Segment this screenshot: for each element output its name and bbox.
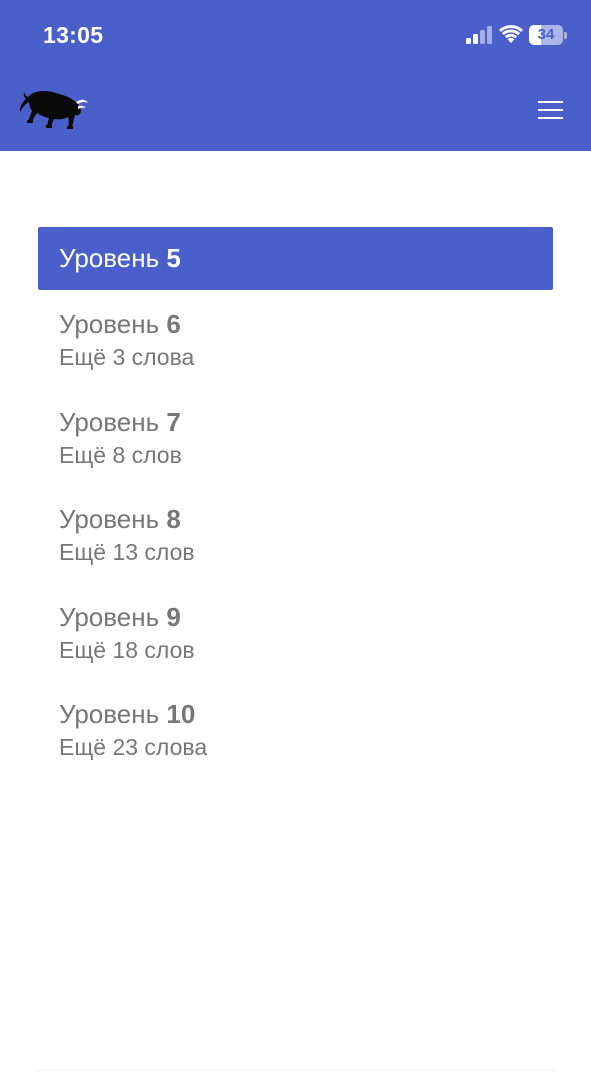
battery-tip <box>564 32 567 39</box>
level-label: Уровень <box>59 406 160 437</box>
level-label: Уровень <box>59 504 160 534</box>
level-label: Уровень <box>59 699 160 729</box>
level-label: Уровень <box>59 601 160 632</box>
app-header: 13:05 34 <box>0 0 591 151</box>
status-bar: 13:05 34 <box>0 0 591 70</box>
level-remaining: Ещё 3 слова <box>59 344 195 370</box>
level-number: 7 <box>166 406 181 437</box>
battery-level: 34 <box>537 26 555 43</box>
level-title: Уровень 8 <box>59 504 553 534</box>
bull-logo-icon[interactable] <box>18 86 90 134</box>
level-item-8[interactable]: Уровень 8 Ещё 13 слов <box>38 485 553 583</box>
battery-icon: 34 <box>529 25 567 45</box>
level-number: 6 <box>166 309 181 339</box>
level-title: Уровень 9 <box>59 602 553 632</box>
level-item-7[interactable]: Уровень 7 Ещё 8 слов <box>38 388 553 486</box>
level-label: Уровень <box>59 243 160 273</box>
level-remaining: Ещё 13 слов <box>59 539 195 565</box>
level-title: Уровень 6 <box>59 309 553 339</box>
level-item-9[interactable]: Уровень 9 Ещё 18 слов <box>38 583 553 681</box>
level-label: Уровень <box>59 309 160 339</box>
hamburger-menu-icon[interactable] <box>530 94 570 126</box>
level-item-10[interactable]: Уровень 10 Ещё 23 слова <box>38 680 553 778</box>
level-title: Уровень 10 <box>59 699 553 729</box>
level-number: 8 <box>166 504 181 534</box>
menu-line <box>538 101 563 103</box>
level-number: 5 <box>166 243 181 273</box>
level-item-5[interactable]: Уровень 5 <box>38 227 553 290</box>
wifi-icon <box>499 25 523 43</box>
level-number: 9 <box>166 601 181 632</box>
level-title: Уровень 7 <box>59 407 553 437</box>
menu-line <box>538 117 563 119</box>
level-remaining: Ещё 8 слов <box>59 441 182 468</box>
menu-line <box>538 109 563 111</box>
level-number: 10 <box>166 699 196 729</box>
level-title: Уровень 5 <box>59 243 553 273</box>
status-time: 13:05 <box>43 22 104 48</box>
signal-icon <box>466 26 492 44</box>
divider <box>35 1070 556 1071</box>
level-item-6[interactable]: Уровень 6 Ещё 3 слова <box>38 290 553 388</box>
level-remaining: Ещё 18 слов <box>59 636 195 663</box>
level-list: Уровень 5 Уровень 6 Ещё 3 слова Уровень … <box>38 227 553 778</box>
level-remaining: Ещё 23 слова <box>59 734 208 760</box>
